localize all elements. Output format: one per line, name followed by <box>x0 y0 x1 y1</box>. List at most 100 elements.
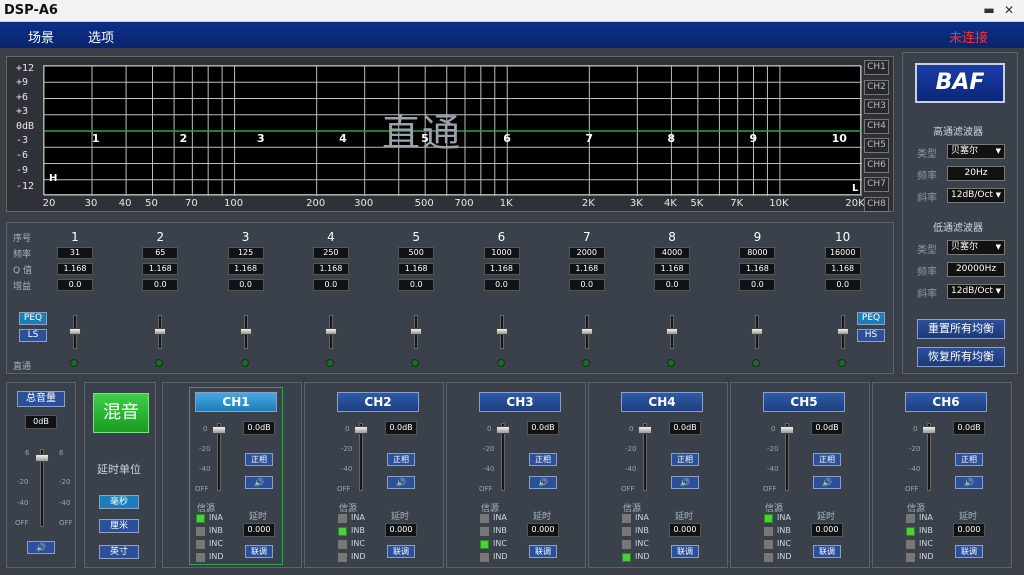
band-freq-input[interactable]: 1000 <box>483 247 520 259</box>
channel-fader-knob[interactable] <box>922 426 936 434</box>
highpass-marker[interactable]: H <box>49 173 57 184</box>
source-checkbox-ina[interactable] <box>622 514 631 523</box>
hp-freq-input[interactable]: 20Hz <box>947 166 1005 181</box>
band-gain-knob[interactable] <box>239 328 252 335</box>
channel-fader-knob[interactable] <box>354 426 368 434</box>
channel-tag-ch4[interactable]: CH4 <box>864 118 889 134</box>
channel-level-value[interactable]: 0.0dB <box>669 421 701 435</box>
source-checkbox-inb[interactable] <box>622 527 631 536</box>
band-gain-knob[interactable] <box>495 328 508 335</box>
band-freq-input[interactable]: 8000 <box>739 247 776 259</box>
source-checkbox-ind[interactable] <box>196 553 205 562</box>
band-bypass-led[interactable] <box>752 359 761 367</box>
eq-plot-area[interactable]: 直通 1 2 3 4 5 6 7 8 9 10 H L <box>43 65 862 196</box>
band-gain-knob[interactable] <box>69 328 81 335</box>
channel-fader[interactable] <box>354 423 368 491</box>
band-q-input[interactable]: 1.168 <box>654 263 691 275</box>
band-gain-input[interactable]: 0.0 <box>227 279 264 291</box>
band-gain-slider[interactable] <box>410 315 423 349</box>
source-checkbox-ina[interactable] <box>480 514 489 523</box>
band-marker-1[interactable]: 1 <box>92 132 100 145</box>
band10-peq-button[interactable]: PEQ <box>857 312 885 325</box>
band-marker-9[interactable]: 9 <box>749 132 757 145</box>
channel-tag-ch3[interactable]: CH3 <box>864 99 889 114</box>
channel-level-value[interactable]: 0.0dB <box>811 421 843 435</box>
band-gain-input[interactable]: 0.0 <box>398 279 435 291</box>
channel-level-value[interactable]: 0.0dB <box>385 421 417 435</box>
phase-button[interactable]: 正相 <box>813 453 841 466</box>
channel-fader-knob[interactable] <box>638 426 652 434</box>
band-gain-slider[interactable] <box>239 315 252 349</box>
band-bypass-led[interactable] <box>581 359 590 367</box>
band-gain-input[interactable]: 0.0 <box>568 279 605 291</box>
source-checkbox-ind[interactable] <box>338 553 347 562</box>
channel-tag-ch6[interactable]: CH6 <box>864 157 889 173</box>
band-marker-10[interactable]: 10 <box>832 132 847 145</box>
source-checkbox-ina[interactable] <box>338 514 347 523</box>
band-gain-knob[interactable] <box>580 328 593 335</box>
source-checkbox-inc[interactable] <box>196 540 205 549</box>
band-marker-6[interactable]: 6 <box>503 132 511 145</box>
master-mute-button[interactable]: 🔊 <box>27 541 55 554</box>
band-marker-7[interactable]: 7 <box>585 132 593 145</box>
source-checkbox-inb[interactable] <box>196 527 205 536</box>
channel-tag-ch8[interactable]: CH8 <box>864 196 889 212</box>
link-button[interactable]: 联调 <box>813 545 841 558</box>
band-bypass-led[interactable] <box>496 359 505 367</box>
channel-fader[interactable] <box>496 423 510 491</box>
band1-ls-button[interactable]: LS <box>19 329 47 342</box>
band-gain-knob[interactable] <box>410 328 423 335</box>
band-gain-knob[interactable] <box>154 328 167 335</box>
delay-unit-ms-button[interactable]: 毫秒 <box>99 495 139 509</box>
band-gain-input[interactable]: 0.0 <box>824 279 861 291</box>
channel-fader[interactable] <box>780 423 794 491</box>
channel-tag-ch5[interactable]: CH5 <box>864 138 889 153</box>
band-gain-slider[interactable] <box>836 315 849 349</box>
band-marker-5[interactable]: 5 <box>421 132 429 145</box>
phase-button[interactable]: 正相 <box>245 453 273 466</box>
source-checkbox-inb[interactable] <box>338 527 347 536</box>
lp-freq-input[interactable]: 20000Hz <box>947 262 1005 277</box>
source-checkbox-ina[interactable] <box>764 514 773 523</box>
band-freq-input[interactable]: 16000 <box>824 247 861 259</box>
band10-hs-button[interactable]: HS <box>857 329 885 342</box>
band-q-input[interactable]: 1.168 <box>57 263 93 275</box>
channel-fader-knob[interactable] <box>496 426 510 434</box>
hp-type-select[interactable]: 贝塞尔 ▼ <box>947 144 1005 159</box>
band-gain-slider[interactable] <box>666 315 679 349</box>
delay-unit-inch-button[interactable]: 英寸 <box>99 545 139 559</box>
channel-fader[interactable] <box>212 423 226 491</box>
channel-mute-button[interactable]: 🔊 <box>387 476 415 489</box>
band-q-input[interactable]: 1.168 <box>398 263 435 275</box>
channel-fader-knob[interactable] <box>212 426 226 434</box>
channel-mute-button[interactable]: 🔊 <box>813 476 841 489</box>
channel-delay-input[interactable]: 0.000 <box>811 523 843 537</box>
band-gain-input[interactable]: 0.0 <box>142 279 179 291</box>
source-checkbox-ind[interactable] <box>480 553 489 562</box>
source-checkbox-ind[interactable] <box>906 553 915 562</box>
band-gain-knob[interactable] <box>666 328 679 335</box>
band-gain-input[interactable]: 0.0 <box>57 279 93 291</box>
phase-button[interactable]: 正相 <box>387 453 415 466</box>
channel-tag-ch1[interactable]: CH1 <box>864 60 889 75</box>
channel-mute-button[interactable]: 🔊 <box>529 476 557 489</box>
mix-button[interactable]: 混音 <box>93 393 149 433</box>
band-gain-input[interactable]: 0.0 <box>739 279 776 291</box>
source-checkbox-inc[interactable] <box>764 540 773 549</box>
band-freq-input[interactable]: 500 <box>398 247 435 259</box>
phase-button[interactable]: 正相 <box>671 453 699 466</box>
band-bypass-led[interactable] <box>411 359 420 367</box>
band-bypass-led[interactable] <box>240 359 249 367</box>
channel-delay-input[interactable]: 0.000 <box>385 523 417 537</box>
band-q-input[interactable]: 1.168 <box>568 263 605 275</box>
minimize-icon[interactable]: ▬ <box>980 2 998 18</box>
band-freq-input[interactable]: 250 <box>312 247 349 259</box>
source-checkbox-ind[interactable] <box>764 553 773 562</box>
band-gain-slider[interactable] <box>69 315 81 349</box>
source-checkbox-ina[interactable] <box>906 514 915 523</box>
restore-all-eq-button[interactable]: 恢复所有均衡 <box>917 347 1005 367</box>
hp-slope-select[interactable]: 12dB/Oct ▼ <box>947 188 1005 203</box>
channel-level-value[interactable]: 0.0dB <box>953 421 985 435</box>
source-checkbox-inb[interactable] <box>764 527 773 536</box>
reset-all-eq-button[interactable]: 重置所有均衡 <box>917 319 1005 339</box>
